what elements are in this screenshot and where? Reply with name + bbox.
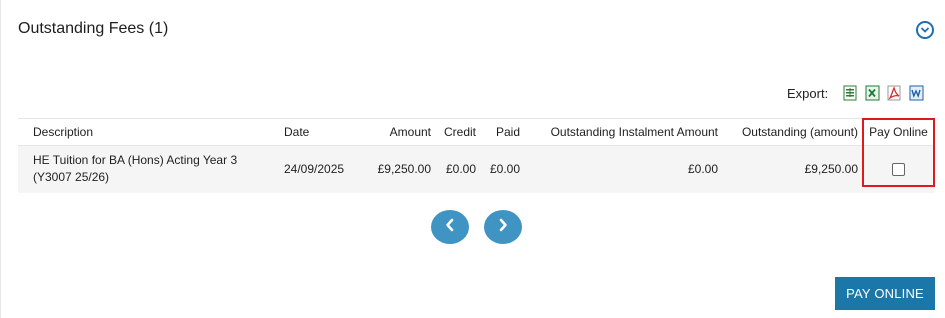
header-description: Description — [33, 125, 94, 139]
chevron-right-icon — [497, 218, 509, 237]
excel-icon[interactable] — [865, 85, 880, 101]
header-credit: Credit — [443, 125, 476, 139]
table-row: HE Tuition for BA (Hons) Acting Year 3 (… — [18, 145, 935, 193]
section-title: Outstanding Fees (1) — [18, 20, 169, 37]
pay-online-button[interactable]: PAY ONLINE — [835, 277, 935, 310]
export-toolbar: Export: — [787, 85, 924, 101]
header-paid: Paid — [495, 125, 520, 139]
row-credit: £0.00 — [445, 161, 476, 176]
fees-table: Description Date Amount Credit Paid Outs… — [18, 118, 935, 193]
csv-icon[interactable] — [843, 85, 858, 101]
row-outstanding-instalment: £0.00 — [687, 161, 718, 176]
row-paid: £0.00 — [489, 161, 520, 176]
header-date: Date — [284, 125, 310, 139]
header-pay-online: Pay Online — [869, 125, 928, 139]
header-outstanding-amount: Outstanding (amount) — [741, 125, 858, 139]
collapse-toggle[interactable] — [916, 21, 934, 39]
next-page-button[interactable] — [484, 210, 522, 244]
outstanding-fees-panel: Outstanding Fees (1) Export: Description… — [0, 0, 945, 318]
chevron-down-icon — [920, 21, 930, 39]
prev-page-button[interactable] — [431, 210, 469, 244]
row-date: 24/09/2025 — [284, 161, 345, 176]
export-label: Export: — [787, 85, 829, 101]
row-description: HE Tuition for BA (Hons) Acting Year 3 (… — [33, 153, 238, 185]
header-amount: Amount — [389, 125, 431, 139]
table-header-row: Description Date Amount Credit Paid Outs… — [18, 118, 935, 146]
row-outstanding-amount: £9,250.00 — [804, 161, 858, 176]
word-icon[interactable] — [909, 85, 924, 101]
row-amount: £9,250.00 — [377, 161, 431, 176]
header-outstanding-instalment: Outstanding Instalment Amount — [550, 125, 718, 139]
chevron-left-icon — [444, 218, 456, 237]
pdf-icon[interactable] — [887, 85, 902, 101]
pay-online-checkbox[interactable] — [892, 163, 905, 177]
row-pay-online-cell — [862, 146, 935, 193]
